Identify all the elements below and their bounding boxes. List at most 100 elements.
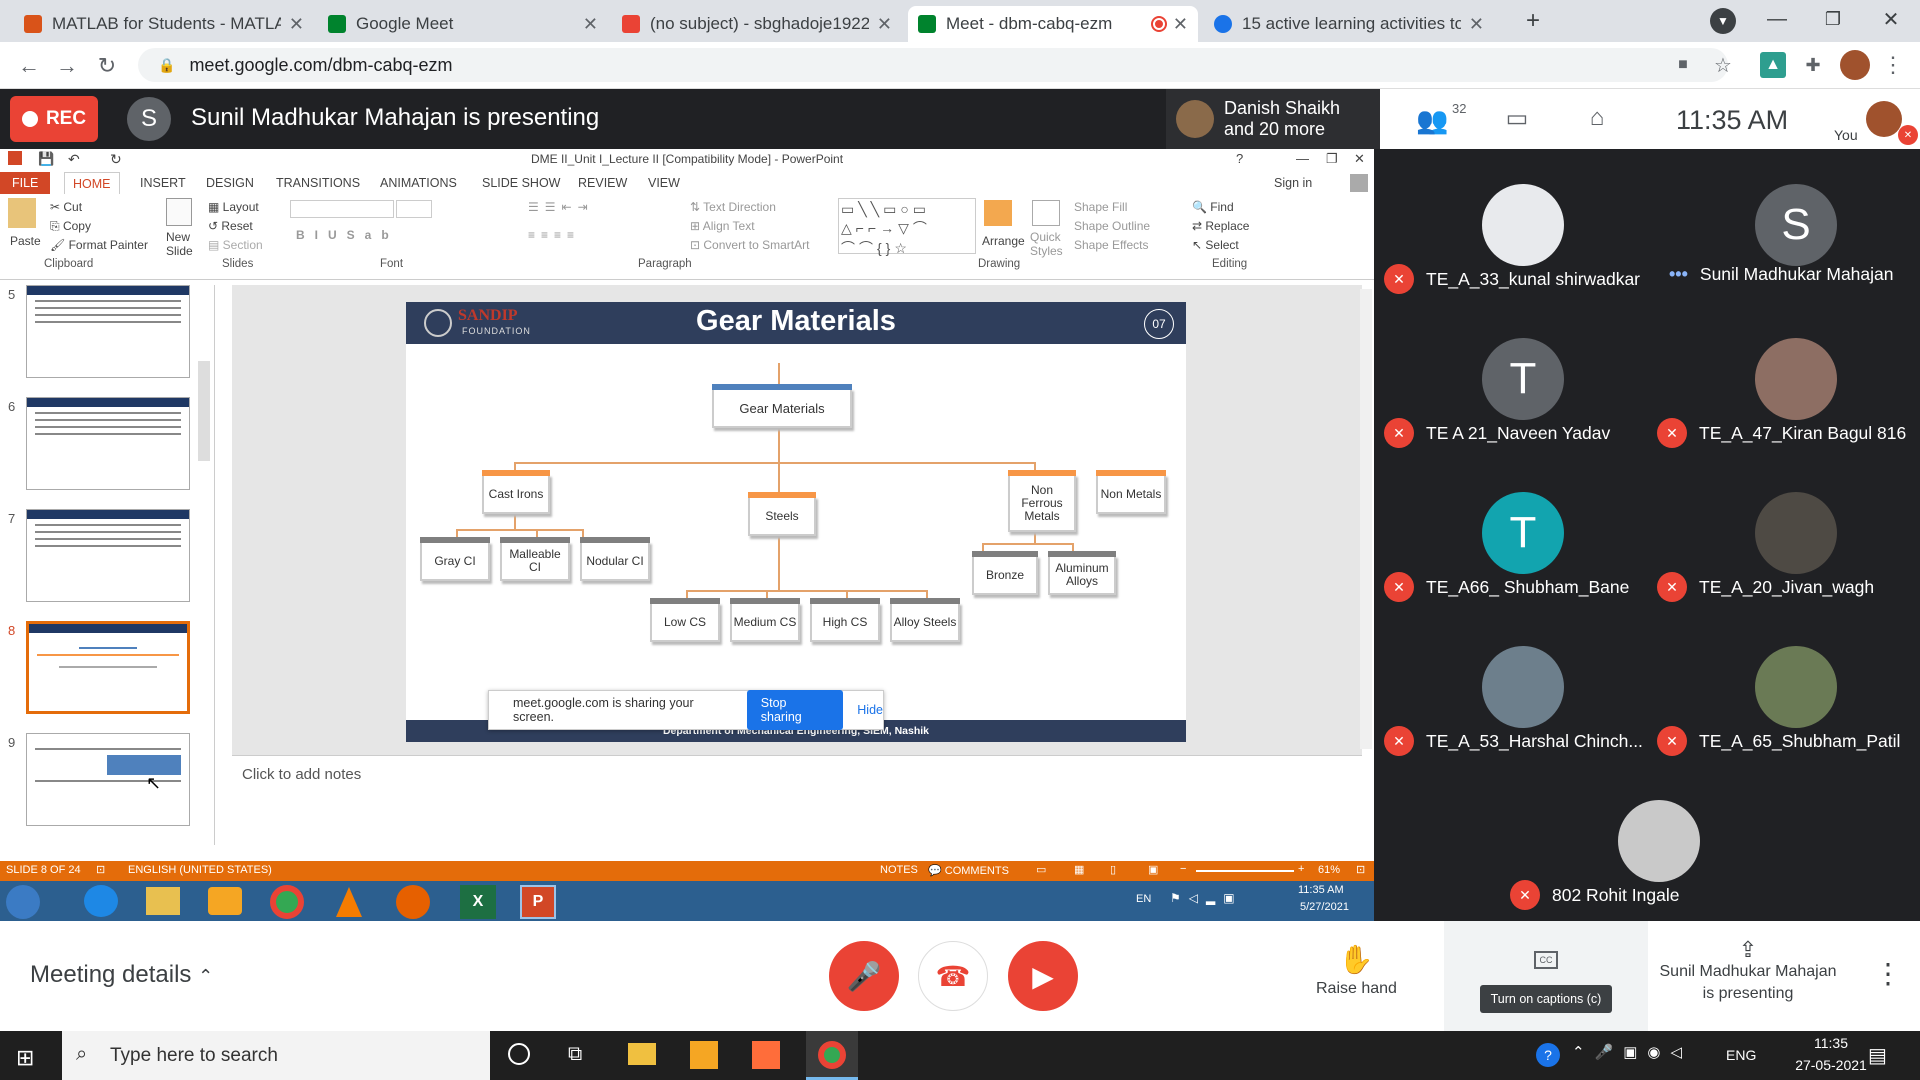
tab-search-icon[interactable]: ▼	[1710, 8, 1736, 34]
notifications-icon[interactable]: ▤	[1868, 1043, 1887, 1068]
profile-avatar[interactable]	[1840, 50, 1870, 80]
file-explorer-icon[interactable]	[628, 1043, 656, 1065]
diagram-node-bronze[interactable]: Bronze	[972, 551, 1038, 595]
zoom-level[interactable]: 61%	[1318, 864, 1340, 876]
tab-slide-show[interactable]: SLIDE SHOW	[474, 172, 569, 194]
close-icon[interactable]: ✕	[1469, 14, 1484, 35]
zoom-out-icon[interactable]: −	[1180, 863, 1186, 875]
slide-thumbnail[interactable]	[26, 285, 190, 378]
chrome-taskbar-item[interactable]	[806, 1031, 858, 1080]
undo-icon[interactable]: ↶	[68, 149, 80, 169]
tab-review[interactable]: REVIEW	[570, 172, 635, 194]
normal-view-icon[interactable]: ▭	[1036, 863, 1046, 876]
diagram-node-high-cs[interactable]: High CS	[810, 598, 880, 642]
win7-lang[interactable]: EN	[1136, 893, 1151, 905]
tab-insert[interactable]: INSERT	[132, 172, 194, 194]
url-input[interactable]: 🔒 meet.google.com/dbm-cabq-ezm	[138, 48, 1728, 82]
people-icon[interactable]: 👥	[1416, 105, 1448, 136]
tab-home[interactable]: HOME	[64, 172, 120, 194]
excel-icon[interactable]: X	[460, 885, 496, 919]
chrome-icon[interactable]	[270, 885, 304, 919]
comments-toggle[interactable]: 💬 COMMENTS	[928, 864, 1009, 877]
tab-file[interactable]: FILE	[0, 172, 51, 194]
copy-button[interactable]: ⎘ Copy	[50, 219, 91, 234]
layout-button[interactable]: ▦ Layout	[208, 200, 259, 214]
browser-tab-meet-active[interactable]: Meet - dbm-cabq-ezm ✕	[908, 6, 1198, 42]
zoom-slider[interactable]	[1196, 870, 1294, 872]
browser-tab-gmail[interactable]: (no subject) - sbghadoje1922192 ✕	[612, 6, 902, 42]
browser-tab-learning[interactable]: 15 active learning activities to en ✕	[1204, 6, 1494, 42]
system-tray-icons[interactable]: ⌃🎤▣◉◁	[1572, 1043, 1692, 1061]
diagram-node-steels[interactable]: Steels	[748, 492, 816, 536]
ppt-minimize-icon[interactable]: —	[1296, 149, 1309, 169]
diagram-node-non-ferrous[interactable]: Non Ferrous Metals	[1008, 470, 1076, 532]
participant-tile[interactable]: T ✕ TE A 21_Naveen Yadav	[1374, 303, 1647, 457]
diagram-node-malleable-ci[interactable]: Malleable CI	[500, 537, 570, 581]
browser-tab-matlab[interactable]: MATLAB for Students - MATLAB & ✕	[14, 6, 314, 42]
close-window-icon[interactable]: ✕	[1876, 4, 1906, 34]
restore-icon[interactable]: ❐	[1818, 4, 1848, 34]
hide-button[interactable]: Hide	[857, 703, 883, 717]
diagram-node-gray-ci[interactable]: Gray CI	[420, 537, 490, 581]
participant-tile[interactable]: ✕ 802 Rohit Ingale	[1510, 765, 1783, 919]
arrange-icon[interactable]	[984, 200, 1012, 226]
quick-styles-icon[interactable]	[1032, 200, 1060, 226]
active-speaker-tile[interactable]: Danish Shaikh and 20 more	[1166, 89, 1380, 149]
meeting-details-button[interactable]: Meeting details ⌃	[30, 961, 213, 989]
chat-icon[interactable]: ▭	[1500, 103, 1534, 133]
captions-button[interactable]: CC Turn on captions (c)	[1444, 921, 1648, 1031]
camera-icon[interactable]: ■	[1670, 52, 1696, 78]
select-button[interactable]: ↖ Select	[1192, 238, 1239, 252]
shapes-gallery[interactable]: ▭╲╲▭○▭ △⌐⌐→▽⌒ ⌒⌒{}☆	[838, 198, 976, 256]
taskbar-date[interactable]: 27-05-2021	[1784, 1057, 1878, 1073]
slide-thumbnail-selected[interactable]	[26, 621, 190, 714]
minimize-icon[interactable]: —	[1762, 4, 1792, 34]
diagram-node-alloy-steels[interactable]: Alloy Steels	[890, 598, 960, 642]
font-name-select[interactable]	[290, 200, 394, 218]
reading-view-icon[interactable]: ▯	[1110, 863, 1116, 876]
sorter-view-icon[interactable]: ▦	[1074, 863, 1084, 876]
participant-tile[interactable]: ✕ TE_A_33_kunal shirwadkar	[1374, 149, 1647, 303]
paste-icon[interactable]	[8, 198, 36, 228]
slide-thumbnail[interactable]	[26, 733, 190, 826]
thumbnail-scrollbar[interactable]	[198, 361, 210, 461]
input-language[interactable]: ENG	[1726, 1047, 1756, 1063]
tab-animations[interactable]: ANIMATIONS	[372, 172, 465, 194]
arrange-button[interactable]: Arrange	[982, 234, 1025, 248]
menu-kebab-icon[interactable]: ⋮	[1880, 52, 1906, 78]
participant-tile[interactable]: ✕ TE_A_53_Harshal Chinch...	[1374, 611, 1647, 765]
diagram-node-aluminum-alloys[interactable]: Aluminum Alloys	[1048, 551, 1116, 595]
tab-view[interactable]: VIEW	[640, 172, 688, 194]
diagram-node-cast-irons[interactable]: Cast Irons	[482, 470, 550, 514]
align-text-button[interactable]: ⊞ Align Text	[690, 219, 755, 233]
sublime-icon[interactable]	[690, 1041, 718, 1069]
sign-in-link[interactable]: Sign in	[1266, 172, 1320, 194]
firefox-icon[interactable]	[396, 885, 430, 919]
participant-tile[interactable]: ✕ TE_A_20_Jivan_wagh	[1647, 457, 1920, 611]
reload-icon[interactable]: ↻	[92, 51, 122, 81]
extension-icon[interactable]: ▲	[1760, 52, 1786, 78]
vlc-icon[interactable]	[336, 887, 362, 917]
ie-icon[interactable]	[84, 885, 118, 917]
participant-tile[interactable]: S ••• Sunil Madhukar Mahajan	[1647, 149, 1920, 303]
participant-tile[interactable]: ✕ TE_A_65_Shubham_Patil	[1647, 611, 1920, 765]
close-icon[interactable]: ✕	[289, 14, 304, 35]
tab-design[interactable]: DESIGN	[198, 172, 262, 194]
ppt-restore-icon[interactable]: ❐	[1326, 149, 1338, 169]
taskbar-time[interactable]: 11:35	[1792, 1035, 1870, 1051]
present-now-button[interactable]: ⇪ Sunil Madhukar Mahajan is presenting	[1648, 939, 1848, 1005]
new-slide-icon[interactable]	[166, 198, 192, 226]
browser-tab-google-meet[interactable]: Google Meet ✕	[318, 6, 608, 42]
close-icon[interactable]: ✕	[583, 14, 598, 35]
save-icon[interactable]: 💾	[38, 149, 54, 169]
help-icon[interactable]: ?	[1236, 149, 1243, 169]
slide-thumbnail[interactable]	[26, 509, 190, 602]
align-buttons[interactable]: ≡≡≡≡	[528, 228, 580, 242]
font-format-buttons[interactable]: BIUSab	[296, 228, 399, 242]
help-tray-icon[interactable]: ?	[1536, 1043, 1560, 1067]
forward-icon[interactable]: →	[52, 51, 82, 81]
diagram-node-nodular-ci[interactable]: Nodular CI	[580, 537, 650, 581]
task-view-icon[interactable]: ⧉	[568, 1043, 582, 1066]
ppt-close-icon[interactable]: ✕	[1354, 149, 1365, 169]
self-avatar[interactable]	[1866, 101, 1902, 137]
